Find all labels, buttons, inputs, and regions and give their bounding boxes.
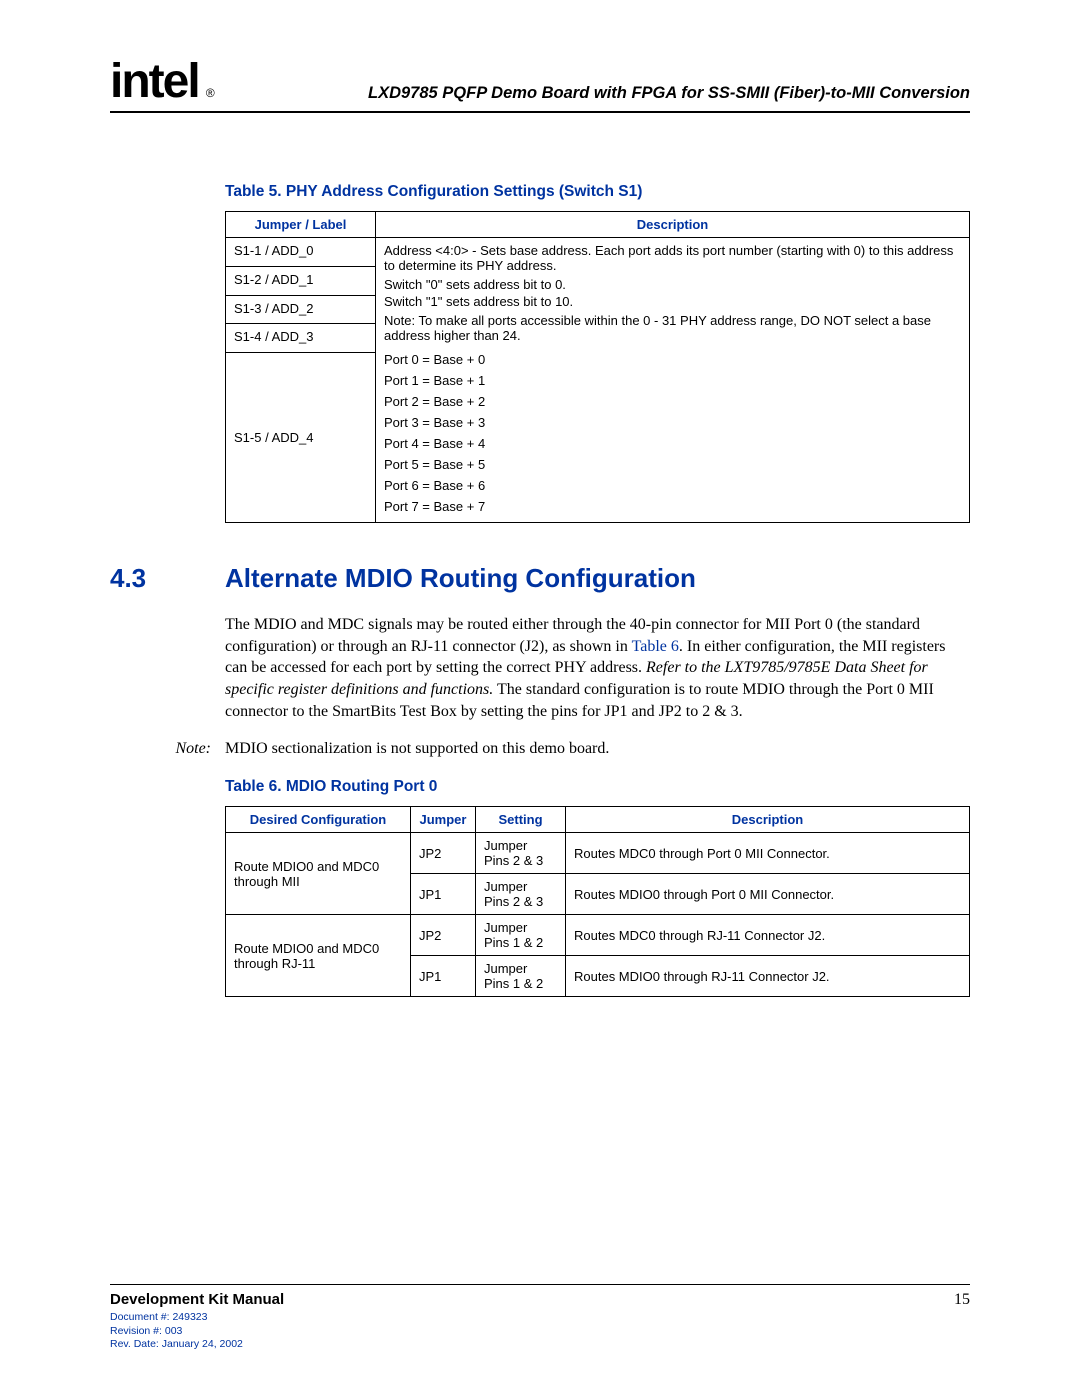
table5-head-jumper: Jumper / Label xyxy=(226,212,376,238)
table5-desc-cell: Address <4:0> - Sets base address. Each … xyxy=(376,238,970,523)
registered-mark: ® xyxy=(206,88,213,99)
table5-port: Port 0 = Base + 0 xyxy=(384,349,961,370)
table6-jp: JP2 xyxy=(411,833,476,874)
page-footer: Development Kit Manual Document #: 24932… xyxy=(110,1284,970,1352)
footer-rev-date: Rev. Date: January 24, 2002 xyxy=(110,1338,284,1352)
table5-head-desc: Description xyxy=(376,212,970,238)
table5-port: Port 4 = Base + 4 xyxy=(384,433,961,454)
table6-st: Jumper Pins 2 & 3 xyxy=(476,874,566,915)
table5-row-jumper: S1-4 / ADD_3 xyxy=(226,324,376,353)
table5-port: Port 2 = Base + 2 xyxy=(384,391,961,412)
table6-ds: Routes MDIO0 through Port 0 MII Connecto… xyxy=(566,874,970,915)
logo-text: intel xyxy=(110,55,199,108)
section-heading: 4.3 Alternate MDIO Routing Configuration xyxy=(110,563,970,594)
table5-row-jumper: S1-5 / ADD_4 xyxy=(226,353,376,523)
table5-port: Port 7 = Base + 7 xyxy=(384,496,961,517)
page-header: intel® LXD9785 PQFP Demo Board with FPGA… xyxy=(110,60,970,113)
table5-desc-line: Switch "1" sets address bit to 10. xyxy=(384,294,961,309)
table5-port-list: Port 0 = Base + 0 Port 1 = Base + 1 Port… xyxy=(384,349,961,517)
document-title: LXD9785 PQFP Demo Board with FPGA for SS… xyxy=(199,84,970,103)
table5-desc-line: Note: To make all ports accessible withi… xyxy=(384,313,961,343)
table5-desc-line: Switch "0" sets address bit to 0. xyxy=(384,277,961,292)
table5: Jumper / Label Description S1-1 / ADD_0 … xyxy=(225,211,970,523)
intel-logo: intel® xyxy=(110,60,199,103)
note-label: Note: xyxy=(165,740,225,758)
table6-dc: Route MDIO0 and MDC0 through MII xyxy=(226,833,411,915)
table5-desc-line: Address <4:0> - Sets base address. Each … xyxy=(384,243,961,273)
table5-row-jumper: S1-3 / ADD_2 xyxy=(226,295,376,324)
table6-st: Jumper Pins 1 & 2 xyxy=(476,956,566,997)
table6: Desired Configuration Jumper Setting Des… xyxy=(225,806,970,997)
table5-port: Port 5 = Base + 5 xyxy=(384,454,961,475)
section-paragraph: The MDIO and MDC signals may be routed e… xyxy=(225,614,970,722)
table6-jp: JP1 xyxy=(411,874,476,915)
table6-head-dc: Desired Configuration xyxy=(226,807,411,833)
table5-row-jumper: S1-1 / ADD_0 xyxy=(226,238,376,267)
table6-jp: JP1 xyxy=(411,956,476,997)
note-text: MDIO sectionalization is not supported o… xyxy=(225,740,970,758)
table5-caption: Table 5. PHY Address Configuration Setti… xyxy=(225,183,970,201)
table6-jp: JP2 xyxy=(411,915,476,956)
table6-st: Jumper Pins 1 & 2 xyxy=(476,915,566,956)
table6-ds: Routes MDIO0 through RJ-11 Connector J2. xyxy=(566,956,970,997)
footer-doc-num: Document #: 249323 xyxy=(110,1311,284,1325)
table5-port: Port 6 = Base + 6 xyxy=(384,475,961,496)
table5-port: Port 3 = Base + 3 xyxy=(384,412,961,433)
footer-rev-num: Revision #: 003 xyxy=(110,1325,284,1339)
table6-ds: Routes MDC0 through RJ-11 Connector J2. xyxy=(566,915,970,956)
table6-link[interactable]: Table 6 xyxy=(632,638,679,655)
table5-row-jumper: S1-2 / ADD_1 xyxy=(226,266,376,295)
table6-dc: Route MDIO0 and MDC0 through RJ-11 xyxy=(226,915,411,997)
table6-st: Jumper Pins 2 & 3 xyxy=(476,833,566,874)
table6-head-st: Setting xyxy=(476,807,566,833)
table6-head-jp: Jumper xyxy=(411,807,476,833)
section-title: Alternate MDIO Routing Configuration xyxy=(225,563,696,594)
table6-ds: Routes MDC0 through Port 0 MII Connector… xyxy=(566,833,970,874)
table6-head-ds: Description xyxy=(566,807,970,833)
section-number: 4.3 xyxy=(110,563,225,594)
note-row: Note: MDIO sectionalization is not suppo… xyxy=(110,740,970,758)
table5-port: Port 1 = Base + 1 xyxy=(384,370,961,391)
table6-caption: Table 6. MDIO Routing Port 0 xyxy=(225,778,970,796)
footer-title: Development Kit Manual xyxy=(110,1291,284,1308)
page-number: 15 xyxy=(954,1291,970,1309)
